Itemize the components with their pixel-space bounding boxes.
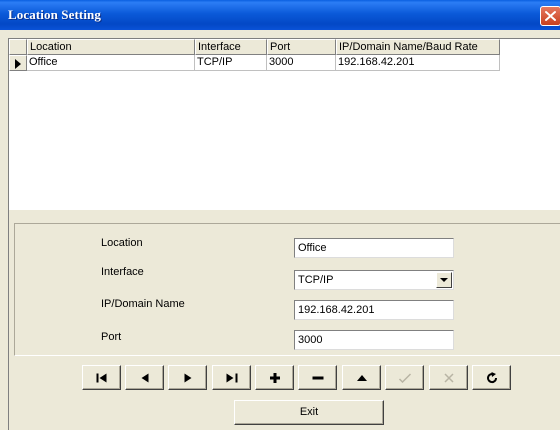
location-setting-window: Location Setting Location Interface Port… <box>0 0 560 430</box>
port-input[interactable]: 3000 <box>294 330 454 350</box>
prior-icon <box>141 373 148 382</box>
delete-icon <box>312 376 323 379</box>
interface-dropdown-button[interactable] <box>436 272 452 288</box>
last-icon <box>226 373 237 382</box>
table-row[interactable]: Office TCP/IP 3000 192.168.42.201 <box>9 55 560 71</box>
cell-port[interactable]: 3000 <box>267 55 336 71</box>
record-navigator <box>82 365 515 390</box>
column-header-location[interactable]: Location <box>27 39 195 55</box>
post-icon <box>398 372 411 383</box>
column-header-interface[interactable]: Interface <box>195 39 267 55</box>
location-label: Location <box>101 237 143 249</box>
cell-interface[interactable]: TCP/IP <box>195 55 267 71</box>
next-record-button[interactable] <box>168 365 207 390</box>
chevron-down-icon <box>440 278 448 282</box>
exit-button[interactable]: Exit <box>234 400 384 425</box>
ip-domain-label: IP/Domain Name <box>101 298 185 310</box>
left-divider <box>8 210 9 430</box>
row-indicator <box>9 55 27 71</box>
location-input[interactable]: Office <box>294 238 454 258</box>
header-indicator-cell <box>9 39 27 55</box>
grid-header: Location Interface Port IP/Domain Name/B… <box>9 39 560 55</box>
locations-grid[interactable]: Location Interface Port IP/Domain Name/B… <box>8 38 560 210</box>
current-row-arrow-icon <box>15 59 21 69</box>
interface-select[interactable]: TCP/IP <box>294 270 454 290</box>
interface-label: Interface <box>101 266 144 278</box>
column-header-port[interactable]: Port <box>267 39 336 55</box>
insert-record-button[interactable] <box>255 365 294 390</box>
last-record-button[interactable] <box>212 365 251 390</box>
close-icon <box>545 11 556 21</box>
edit-panel <box>14 223 560 356</box>
first-icon <box>96 373 106 382</box>
edit-record-button[interactable] <box>342 365 381 390</box>
close-button[interactable] <box>540 6 560 26</box>
interface-value: TCP/IP <box>298 274 334 286</box>
cancel-edit-button[interactable] <box>429 365 468 390</box>
title-bar[interactable]: Location Setting <box>0 0 560 30</box>
refresh-data-button[interactable] <box>472 365 511 390</box>
insert-icon <box>269 372 280 383</box>
cancel-icon <box>443 372 454 383</box>
delete-record-button[interactable] <box>298 365 337 390</box>
edit-icon <box>356 374 367 381</box>
refresh-icon <box>486 371 497 383</box>
cell-ip[interactable]: 192.168.42.201 <box>336 55 500 71</box>
port-label: Port <box>101 331 122 343</box>
cell-location[interactable]: Office <box>27 55 195 71</box>
ip-domain-input[interactable]: 192.168.42.201 <box>294 300 454 320</box>
prior-record-button[interactable] <box>125 365 164 390</box>
next-icon <box>184 373 191 382</box>
post-edit-button[interactable] <box>385 365 424 390</box>
window-title: Location Setting <box>8 7 101 22</box>
column-header-ip-domain-baud[interactable]: IP/Domain Name/Baud Rate <box>336 39 500 55</box>
first-record-button[interactable] <box>82 365 121 390</box>
